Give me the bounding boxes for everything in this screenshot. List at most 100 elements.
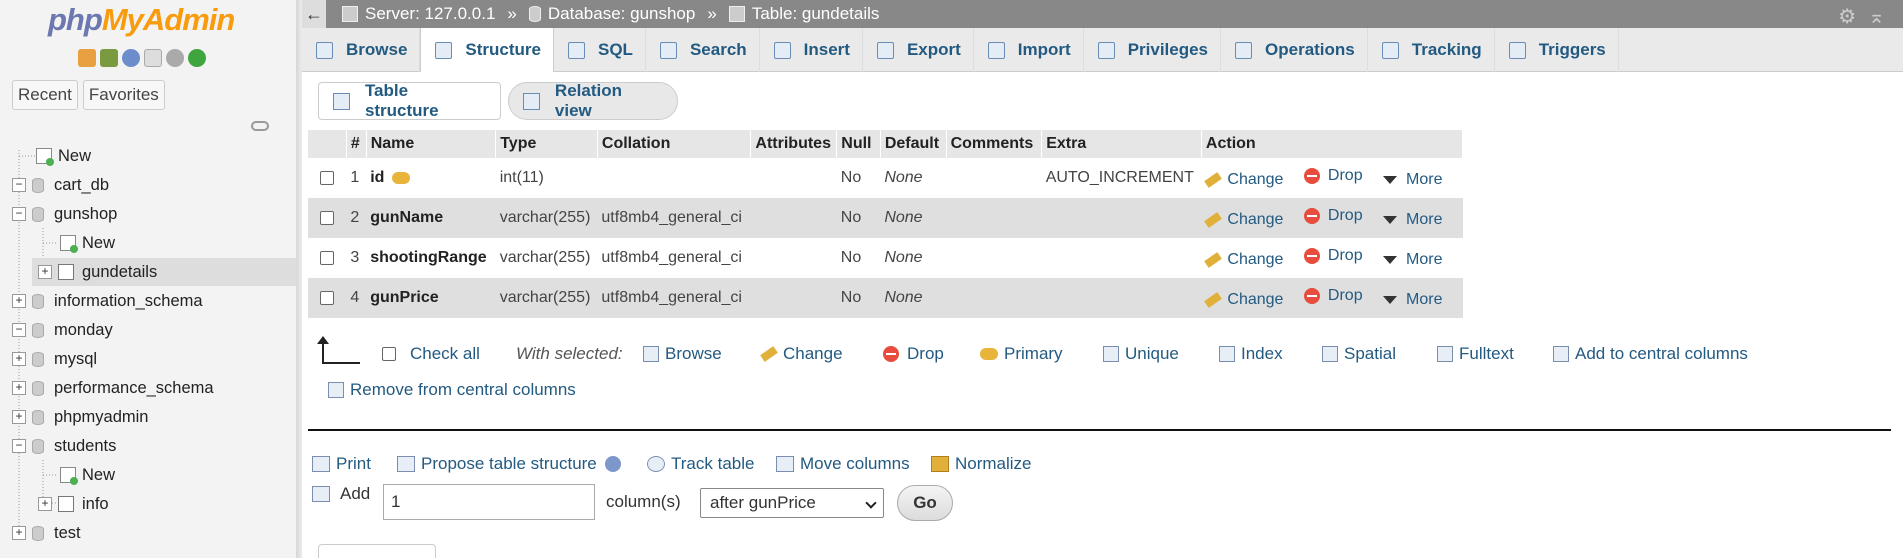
- move-columns-button[interactable]: Move columns: [776, 454, 910, 474]
- bulk-primary-button[interactable]: Primary: [980, 344, 1063, 364]
- tree-db-information-schema[interactable]: + information_schema: [12, 287, 203, 315]
- column-default: None: [880, 198, 947, 238]
- collapse-icon[interactable]: −: [12, 207, 26, 221]
- tab-sql[interactable]: SQL: [554, 28, 646, 72]
- check-all[interactable]: Check all: [382, 344, 480, 364]
- bulk-index-button[interactable]: Index: [1219, 344, 1283, 364]
- expand-icon[interactable]: +: [38, 265, 52, 279]
- drop-button[interactable]: Drop: [1303, 287, 1363, 305]
- expand-icon[interactable]: +: [38, 497, 52, 511]
- chevron-down-icon: [1383, 256, 1398, 264]
- expand-icon[interactable]: +: [12, 410, 26, 424]
- normalize-button[interactable]: Normalize: [931, 454, 1032, 474]
- tree-db-students[interactable]: − students: [12, 432, 116, 460]
- more-button[interactable]: More: [1383, 211, 1443, 229]
- drop-button[interactable]: Drop: [1303, 167, 1363, 185]
- primary-key-icon: [980, 348, 998, 360]
- column-comments: [946, 198, 1042, 238]
- print-button[interactable]: Print: [312, 454, 371, 474]
- remove-from-central-columns-button[interactable]: Remove from central columns: [328, 380, 576, 400]
- tree-db-performance-schema[interactable]: + performance_schema: [12, 374, 214, 402]
- bulk-unique-button[interactable]: Unique: [1103, 344, 1179, 364]
- tree-table-gundetails[interactable]: + gundetails: [32, 258, 296, 286]
- breadcrumb-separator: »: [707, 4, 717, 23]
- help-icon[interactable]: [604, 456, 621, 472]
- tree-db-gunshop[interactable]: − gunshop: [12, 200, 117, 228]
- expand-icon[interactable]: +: [12, 352, 26, 366]
- bulk-drop-button[interactable]: Drop: [883, 344, 944, 364]
- check-all-checkbox[interactable]: [382, 347, 396, 361]
- add-central-columns-icon: [1553, 346, 1569, 362]
- row-checkbox[interactable]: [320, 290, 335, 305]
- tab-import[interactable]: Import: [974, 28, 1084, 72]
- browse-icon: [643, 346, 659, 362]
- expand-icon[interactable]: +: [12, 294, 26, 308]
- nav-resize-handle[interactable]: [296, 0, 302, 558]
- tab-browse[interactable]: Browse: [302, 28, 421, 72]
- collapse-top-icon[interactable]: ⌅: [1868, 4, 1885, 29]
- collapse-icon[interactable]: −: [12, 323, 26, 337]
- tree-db-monday[interactable]: − monday: [12, 316, 113, 344]
- tab-privileges[interactable]: Privileges: [1084, 28, 1222, 72]
- gear-icon[interactable]: ⚙: [1838, 4, 1856, 29]
- tab-export[interactable]: Export: [863, 28, 974, 72]
- tree-students-new-table[interactable]: New: [60, 461, 115, 489]
- subtab-table-structure[interactable]: Table structure: [318, 81, 501, 120]
- column-default: None: [880, 158, 947, 198]
- subtab-relation-view[interactable]: Relation view: [508, 81, 678, 120]
- bulk-browse-button[interactable]: Browse: [643, 344, 722, 364]
- tree-table-info[interactable]: + info: [38, 490, 109, 518]
- drop-button[interactable]: Drop: [1303, 247, 1363, 265]
- tree-db-cart-db[interactable]: − cart_db: [12, 171, 109, 199]
- bulk-spatial-button[interactable]: Spatial: [1322, 344, 1396, 364]
- propose-table-structure-button[interactable]: Propose table structure: [397, 454, 621, 474]
- change-button[interactable]: Change: [1204, 251, 1283, 269]
- change-button[interactable]: Change: [1204, 211, 1283, 229]
- column-position-select[interactable]: after gunPrice: [700, 488, 884, 518]
- add-to-central-columns-button[interactable]: Add to central columns: [1553, 344, 1748, 364]
- row-checkbox[interactable]: [320, 210, 335, 225]
- expand-icon[interactable]: +: [12, 526, 26, 540]
- tree-db-phpmyadmin[interactable]: + phpmyadmin: [12, 403, 148, 431]
- breadcrumb-server[interactable]: Server: 127.0.0.1: [342, 4, 495, 24]
- drop-button[interactable]: Drop: [1303, 207, 1363, 225]
- more-button[interactable]: More: [1383, 291, 1443, 309]
- expand-icon[interactable]: +: [12, 381, 26, 395]
- bulk-fulltext-button[interactable]: Fulltext: [1437, 344, 1514, 364]
- tab-tracking[interactable]: Tracking: [1368, 28, 1495, 72]
- column-null: No: [836, 198, 881, 238]
- change-button[interactable]: Change: [1204, 291, 1283, 309]
- more-button[interactable]: More: [1383, 171, 1443, 189]
- tab-search[interactable]: Search: [646, 28, 760, 72]
- tree-new-database[interactable]: New: [36, 142, 91, 170]
- header-name[interactable]: Name: [366, 130, 497, 158]
- tab-operations[interactable]: Operations: [1221, 28, 1368, 72]
- insert-icon: [773, 41, 791, 59]
- breadcrumb-table[interactable]: Table: gundetails: [728, 4, 879, 24]
- tab-insert[interactable]: Insert: [760, 28, 863, 72]
- change-button[interactable]: Change: [1204, 171, 1283, 189]
- tree-db-test[interactable]: + test: [12, 519, 81, 547]
- tree-db-mysql[interactable]: + mysql: [12, 345, 97, 373]
- tab-triggers[interactable]: Triggers: [1495, 28, 1619, 72]
- indexes-panel-tab[interactable]: [318, 544, 436, 558]
- more-button[interactable]: More: [1383, 251, 1443, 269]
- import-icon: [987, 41, 1005, 59]
- breadcrumb: ← Server: 127.0.0.1 » Database: gunshop …: [302, 0, 1903, 28]
- breadcrumb-database[interactable]: Database: gunshop: [528, 4, 695, 24]
- go-button[interactable]: Go: [897, 485, 953, 521]
- collapse-icon[interactable]: −: [12, 439, 26, 453]
- collapse-nav-arrow-icon[interactable]: ←: [302, 0, 326, 28]
- row-checkbox[interactable]: [320, 250, 335, 265]
- table-structure-icon: [58, 496, 74, 512]
- collapse-icon[interactable]: −: [12, 178, 26, 192]
- primary-key-icon: [392, 171, 411, 184]
- tree-gunshop-new-table[interactable]: New: [60, 229, 115, 257]
- tab-structure[interactable]: Structure: [420, 28, 554, 72]
- track-table-button[interactable]: Track table: [647, 454, 754, 474]
- column-collation: [597, 158, 751, 198]
- privileges-icon: [1097, 41, 1115, 59]
- add-columns-count-input[interactable]: 1: [383, 484, 595, 520]
- bulk-change-button[interactable]: Change: [760, 344, 843, 364]
- row-checkbox[interactable]: [320, 170, 335, 185]
